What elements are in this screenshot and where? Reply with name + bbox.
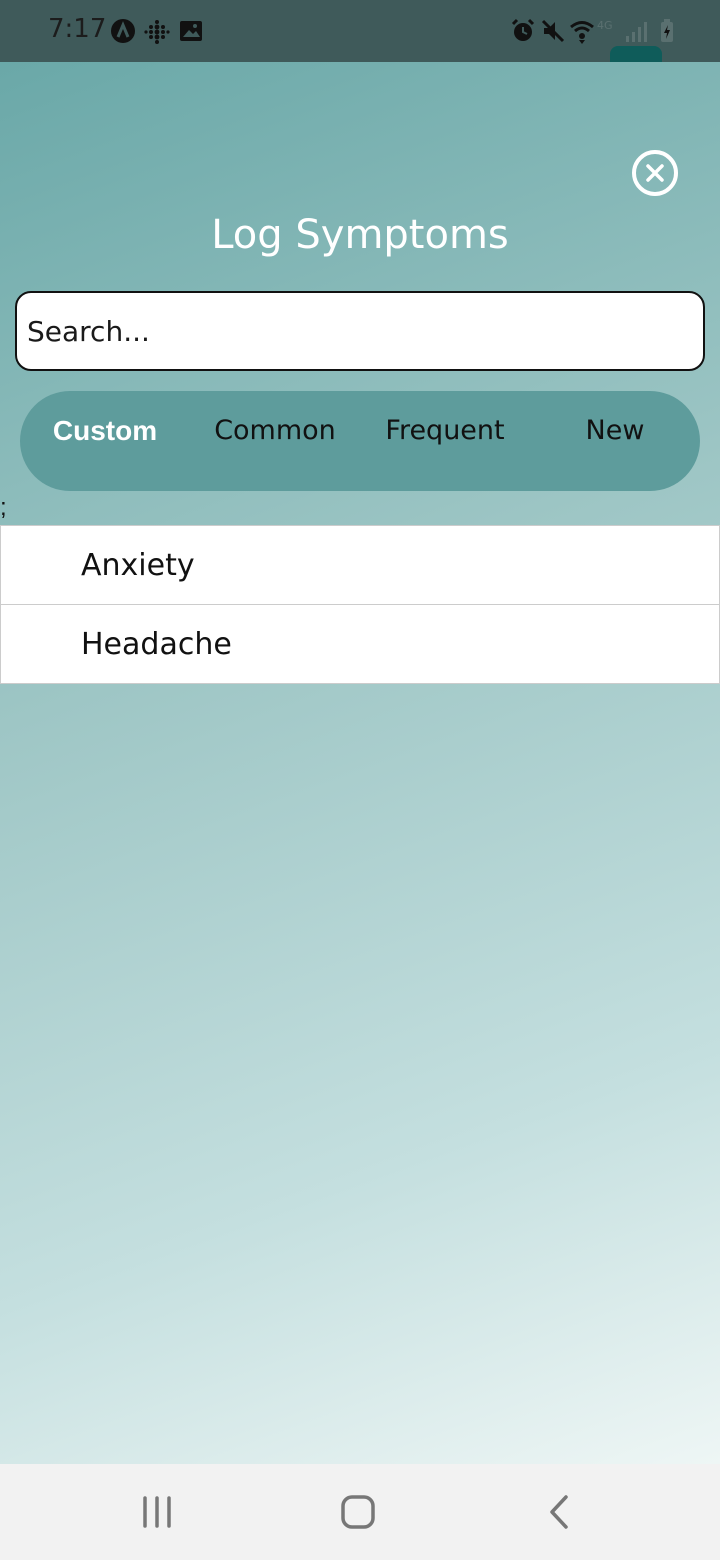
status-bar: 7:17 4G bbox=[0, 0, 720, 62]
wifi-icon bbox=[570, 21, 594, 44]
page-title: Log Symptoms bbox=[211, 212, 509, 258]
symptom-label: Anxiety bbox=[81, 548, 195, 583]
grid-dots-icon bbox=[144, 20, 170, 44]
list-item[interactable]: Anxiety bbox=[0, 525, 720, 605]
tab-custom[interactable]: Custom bbox=[25, 415, 185, 447]
image-icon bbox=[180, 21, 202, 41]
category-tabs: Custom Common Frequent New bbox=[20, 391, 700, 491]
mute-icon bbox=[541, 19, 565, 43]
signal-icon bbox=[626, 22, 647, 42]
app-a-icon bbox=[111, 19, 135, 43]
battery-icon bbox=[661, 19, 673, 42]
symptom-list: Anxiety Headache bbox=[0, 525, 720, 684]
close-circle-icon bbox=[646, 164, 664, 182]
list-item[interactable]: Headache bbox=[0, 604, 720, 684]
tab-frequent[interactable]: Frequent bbox=[365, 415, 525, 446]
tab-new[interactable]: New bbox=[535, 415, 695, 446]
status-time: 7:17 bbox=[48, 14, 107, 44]
tab-common[interactable]: Common bbox=[195, 415, 355, 446]
back-icon[interactable] bbox=[540, 1492, 580, 1532]
notification-pill bbox=[610, 46, 662, 62]
close-button[interactable] bbox=[632, 150, 678, 196]
search-input[interactable] bbox=[15, 291, 705, 371]
alarm-icon bbox=[511, 18, 535, 41]
log-symptoms-screen: Log Symptoms Custom Common Frequent New … bbox=[0, 62, 720, 1464]
network-type: 4G bbox=[597, 19, 613, 32]
home-icon[interactable] bbox=[338, 1492, 378, 1532]
stray-text: ; bbox=[0, 494, 7, 521]
recent-apps-icon[interactable] bbox=[137, 1492, 177, 1532]
system-nav-bar bbox=[0, 1464, 720, 1560]
symptom-label: Headache bbox=[81, 627, 232, 662]
